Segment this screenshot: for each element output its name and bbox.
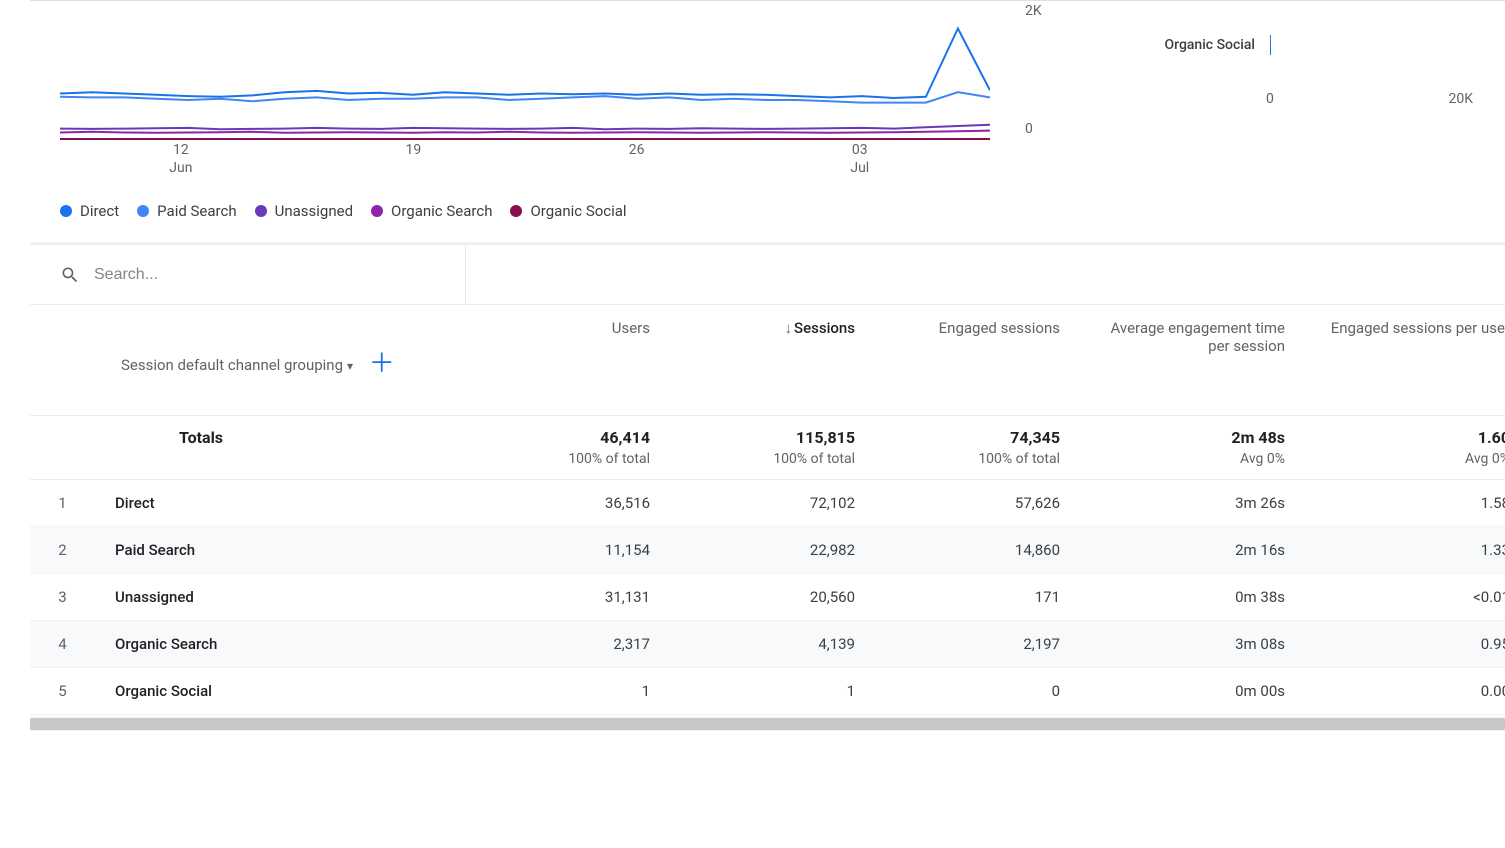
legend-label: Paid Search (157, 202, 236, 220)
add-dimension-button[interactable]: ＋ (369, 349, 395, 379)
cell: 1 (465, 667, 670, 714)
row-index: 4 (30, 620, 95, 667)
cell: 4,139 (670, 620, 875, 667)
row-dimension[interactable]: Organic Social (95, 667, 465, 714)
col-header[interactable]: Users (465, 305, 670, 415)
legend-dot-icon (255, 205, 267, 217)
table-row[interactable]: 4Organic Search2,3174,1392,1973m 08s0.95 (30, 620, 1505, 667)
row-index: 2 (30, 526, 95, 573)
bar-x-tick: 0 (1266, 91, 1274, 107)
cell: 2,317 (465, 620, 670, 667)
line-chart[interactable]: 12Jun192603Jul 2K 0 (30, 1, 1025, 181)
legend-dot-icon (60, 205, 72, 217)
y-tick: 2K (1025, 3, 1042, 19)
cell: 1.33 (1305, 526, 1505, 573)
chart-legend: Direct Paid Search Unassigned Organic Searc… (30, 180, 1505, 242)
legend-label: Direct (80, 202, 119, 220)
col-label: Sessions (794, 319, 855, 337)
cell: 3m 26s (1080, 479, 1305, 526)
series-line (60, 131, 990, 133)
cell: 1 (670, 667, 875, 714)
search-input[interactable] (94, 266, 414, 284)
cell: 20,560 (670, 573, 875, 620)
chart-row: 12Jun 19 26 03Jul 2K 0 Organic Search Organ… (30, 0, 1505, 180)
series-line (60, 125, 990, 130)
column-divider (465, 245, 466, 304)
cell: 171 (875, 573, 1080, 620)
cell: 0.00 (1305, 667, 1505, 714)
row-index: 3 (30, 573, 95, 620)
row-dimension[interactable]: Organic Search (95, 620, 465, 667)
row-index: 1 (30, 479, 95, 526)
totals-label: Totals (179, 428, 445, 447)
cell: 36,516 (465, 479, 670, 526)
bar-fill (1270, 35, 1271, 55)
y-tick: 0 (1025, 121, 1033, 137)
totals-row: Totals 46,414100% of total 115,815100% o… (30, 415, 1505, 479)
x-tick: 12Jun (169, 141, 192, 177)
cell: 2,197 (875, 620, 1080, 667)
dimension-header[interactable]: Session default channel grouping ▾ ＋ (95, 305, 465, 415)
cell: 11,154 (465, 526, 670, 573)
cell: 0 (875, 667, 1080, 714)
legend-label: Organic Search (391, 202, 492, 220)
row-dimension[interactable]: Unassigned (95, 573, 465, 620)
bar-x-tick: 20K (1448, 91, 1473, 107)
legend-item[interactable]: Organic Search (371, 202, 492, 220)
scroll-thumb[interactable] (30, 718, 1505, 730)
cell: 0m 00s (1080, 667, 1305, 714)
legend-item[interactable]: Organic Social (510, 202, 626, 220)
sort-arrow-icon: ↓ (785, 319, 793, 337)
legend-dot-icon (371, 205, 383, 217)
col-header[interactable]: Engaged sessions per user (1305, 305, 1505, 415)
col-header[interactable]: Average engagement time per session (1080, 305, 1305, 415)
cell: 72,102 (670, 479, 875, 526)
table-row[interactable]: 5Organic Social1100m 00s0.00 (30, 667, 1505, 714)
row-dimension[interactable]: Paid Search (95, 526, 465, 573)
cell: 2m 16s (1080, 526, 1305, 573)
cell: 57,626 (875, 479, 1080, 526)
bar-label: Organic Social (1095, 37, 1255, 53)
cell: 14,860 (875, 526, 1080, 573)
legend-label: Organic Social (530, 202, 626, 220)
horizontal-scrollbar[interactable] (30, 717, 1505, 731)
x-tick: 03Jul (850, 141, 869, 177)
legend-item[interactable]: Unassigned (255, 202, 353, 220)
table-row[interactable]: 2Paid Search11,15422,98214,8602m 16s1.33 (30, 526, 1505, 573)
search-row (30, 245, 1505, 305)
col-header-sorted[interactable]: ↓Sessions (670, 305, 875, 415)
x-tick: 19 (406, 141, 422, 159)
search-icon[interactable] (60, 265, 80, 285)
legend-item[interactable]: Direct (60, 202, 119, 220)
cell: 1.58 (1305, 479, 1505, 526)
chevron-down-icon: ▾ (347, 359, 353, 373)
table-row[interactable]: 3Unassigned31,13120,5601710m 38s<0.01 (30, 573, 1505, 620)
x-tick: 26 (629, 141, 645, 159)
cell: 22,982 (670, 526, 875, 573)
bar-chart[interactable]: Organic Search Organic Social 0 20K (1095, 0, 1485, 171)
legend-dot-icon (510, 205, 522, 217)
table-row[interactable]: 1Direct36,51672,10257,6263m 26s1.58 (30, 479, 1505, 526)
row-dimension[interactable]: Direct (95, 479, 465, 526)
legend-item[interactable]: Paid Search (137, 202, 236, 220)
cell: 31,131 (465, 573, 670, 620)
cell: 3m 08s (1080, 620, 1305, 667)
cell: 0.95 (1305, 620, 1505, 667)
series-line (60, 29, 990, 99)
cell: <0.01 (1305, 573, 1505, 620)
legend-label: Unassigned (275, 202, 353, 220)
cell: 0m 38s (1080, 573, 1305, 620)
legend-dot-icon (137, 205, 149, 217)
dimension-label: Session default channel grouping (121, 356, 343, 374)
row-index: 5 (30, 667, 95, 714)
data-table: Session default channel grouping ▾ ＋ User… (30, 305, 1505, 715)
col-header[interactable]: Engaged sessions (875, 305, 1080, 415)
